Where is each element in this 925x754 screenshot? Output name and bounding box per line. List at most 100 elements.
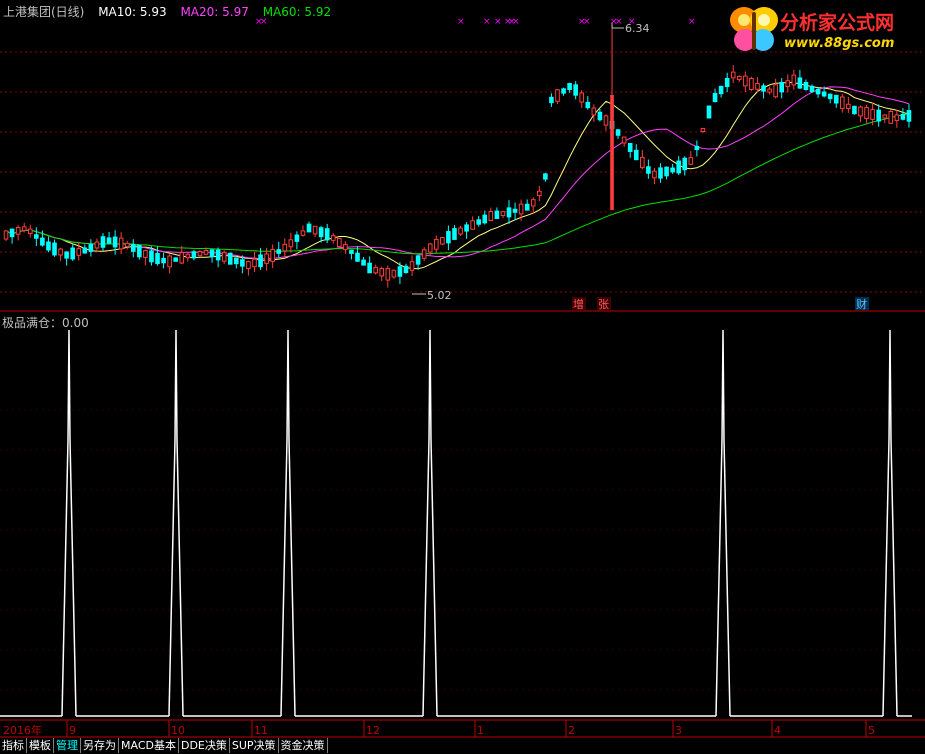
event-marker[interactable]: 张 bbox=[598, 298, 609, 311]
candle-body[interactable] bbox=[227, 252, 233, 265]
candle-body[interactable] bbox=[149, 250, 154, 263]
candle-body[interactable] bbox=[179, 252, 185, 264]
candle-body[interactable] bbox=[549, 96, 554, 104]
candle-body[interactable] bbox=[361, 259, 366, 266]
tab-save-as[interactable]: 另存为 bbox=[81, 738, 119, 753]
candle-body[interactable] bbox=[718, 85, 724, 95]
candle-body[interactable] bbox=[203, 250, 209, 255]
candle-body[interactable] bbox=[15, 226, 21, 235]
candle-body[interactable] bbox=[34, 234, 39, 239]
candle-body[interactable] bbox=[876, 109, 881, 122]
candle-body[interactable] bbox=[433, 239, 439, 250]
candle-body[interactable] bbox=[446, 231, 451, 244]
candle-body[interactable] bbox=[736, 75, 742, 81]
candle-body[interactable] bbox=[700, 127, 706, 133]
candle-body[interactable] bbox=[488, 211, 494, 221]
candle-body[interactable] bbox=[397, 266, 403, 277]
candle-body[interactable] bbox=[706, 105, 712, 119]
tab-fund-decision[interactable]: 资金决策 bbox=[278, 738, 328, 753]
candle-body[interactable] bbox=[124, 242, 130, 248]
tab-macd-basic[interactable]: MACD基本 bbox=[119, 738, 179, 753]
candle-body[interactable] bbox=[367, 262, 372, 274]
candle-body[interactable] bbox=[791, 74, 797, 86]
candle-body[interactable] bbox=[403, 265, 409, 273]
candle-body[interactable] bbox=[130, 244, 136, 252]
candle-body[interactable] bbox=[21, 226, 27, 232]
candle-body[interactable] bbox=[324, 228, 330, 241]
candle-body[interactable] bbox=[524, 203, 530, 211]
candle-body[interactable] bbox=[76, 248, 82, 256]
candle-body[interactable] bbox=[846, 103, 851, 110]
candle-body[interactable] bbox=[840, 96, 845, 110]
candle-body[interactable] bbox=[118, 237, 124, 250]
candle-body[interactable] bbox=[537, 190, 542, 197]
candle-body[interactable] bbox=[500, 211, 506, 217]
candle-body[interactable] bbox=[391, 269, 397, 278]
candle-body[interactable] bbox=[482, 214, 488, 224]
candle-body[interactable] bbox=[258, 254, 263, 268]
candle-body[interactable] bbox=[815, 88, 821, 95]
candle-body[interactable] bbox=[40, 237, 45, 246]
candle-body[interactable] bbox=[234, 257, 239, 265]
candle-body[interactable] bbox=[494, 210, 500, 219]
chart-canvas[interactable]: ×× × × × ××× ×× ×× × × 6.34 5.02 增 张 财 2016年 9 10… bbox=[0, 0, 925, 738]
candle-body[interactable] bbox=[767, 88, 772, 93]
candle-body[interactable] bbox=[282, 243, 288, 252]
candle-body[interactable] bbox=[46, 241, 51, 251]
candle-body[interactable] bbox=[294, 234, 300, 242]
candle-body[interactable] bbox=[658, 167, 663, 179]
logo-url[interactable]: www.88gs.com bbox=[784, 36, 894, 51]
candlesticks[interactable] bbox=[3, 22, 912, 288]
candle-body[interactable] bbox=[415, 255, 421, 265]
candle-body[interactable] bbox=[349, 249, 354, 254]
candle-body[interactable] bbox=[803, 82, 809, 90]
candle-body[interactable] bbox=[373, 266, 378, 274]
candle-body[interactable] bbox=[27, 228, 33, 235]
candle-body[interactable] bbox=[112, 236, 118, 248]
tab-indicator[interactable]: 指标 bbox=[0, 738, 27, 753]
candle-body[interactable] bbox=[173, 257, 179, 262]
candle-body[interactable] bbox=[221, 251, 227, 262]
candle-body[interactable] bbox=[343, 243, 348, 251]
candle-body[interactable] bbox=[694, 145, 700, 151]
candle-body[interactable] bbox=[827, 93, 833, 100]
tab-sup-decision[interactable]: SUP决策 bbox=[229, 738, 279, 753]
candle-body[interactable] bbox=[379, 267, 385, 277]
candle-body[interactable] bbox=[94, 241, 100, 249]
candle-body[interactable] bbox=[191, 251, 197, 259]
candle-body[interactable] bbox=[900, 113, 906, 120]
candle-body[interactable] bbox=[476, 219, 482, 225]
candle-body[interactable] bbox=[427, 243, 433, 253]
candle-body[interactable] bbox=[9, 228, 15, 238]
candle-body[interactable] bbox=[64, 251, 69, 259]
event-marker[interactable]: 增 bbox=[573, 297, 584, 311]
event-markers[interactable]: 增 张 财 bbox=[572, 297, 869, 311]
candle-body[interactable] bbox=[906, 110, 912, 122]
tab-manage[interactable]: 管理 bbox=[54, 738, 81, 753]
candle-body[interactable] bbox=[755, 83, 760, 90]
candle-body[interactable] bbox=[137, 244, 142, 258]
candle-body[interactable] bbox=[464, 224, 469, 232]
candle-body[interactable] bbox=[621, 136, 627, 144]
tab-template[interactable]: 模板 bbox=[27, 738, 54, 753]
candle-body[interactable] bbox=[852, 105, 857, 115]
candle-body[interactable] bbox=[797, 77, 803, 89]
candle-body[interactable] bbox=[82, 247, 88, 254]
candle-body[interactable] bbox=[355, 252, 360, 262]
candle-body[interactable] bbox=[882, 114, 888, 119]
candle-body[interactable] bbox=[785, 80, 791, 87]
candle-body[interactable] bbox=[58, 248, 63, 256]
candle-body[interactable] bbox=[573, 84, 578, 96]
candle-body[interactable] bbox=[894, 114, 900, 121]
candle-body[interactable] bbox=[518, 203, 524, 215]
candle-body[interactable] bbox=[470, 220, 475, 230]
candle-body[interactable] bbox=[270, 248, 275, 262]
candle-body[interactable] bbox=[300, 230, 306, 236]
candle-body[interactable] bbox=[161, 257, 166, 264]
candle-body[interactable] bbox=[864, 107, 869, 119]
candle-body[interactable] bbox=[597, 111, 603, 121]
candle-body[interactable] bbox=[646, 166, 651, 174]
candle-body[interactable] bbox=[312, 225, 318, 235]
candle-body[interactable] bbox=[627, 143, 633, 152]
candle-body[interactable] bbox=[833, 94, 839, 104]
